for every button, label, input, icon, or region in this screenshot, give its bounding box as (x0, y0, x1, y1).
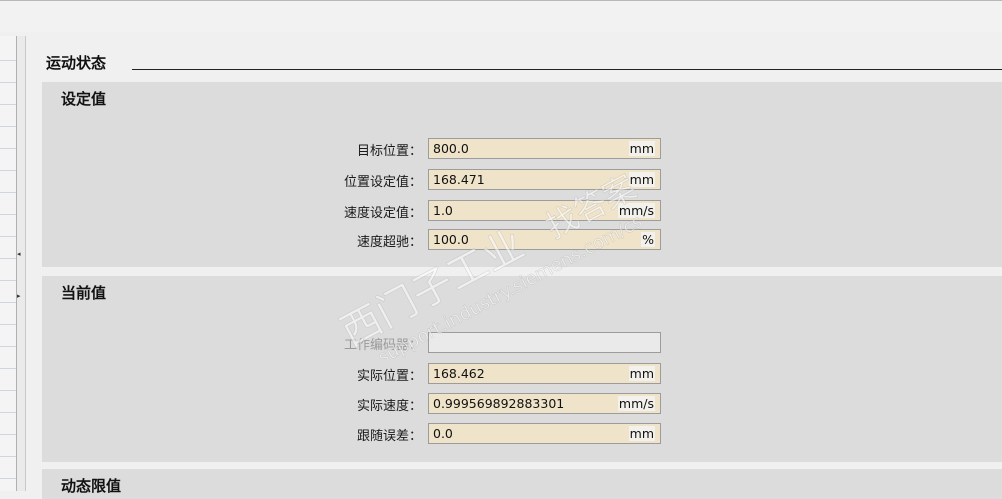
actual-velocity-label: 实际速度： (356, 399, 422, 414)
divider (0, 302, 16, 303)
actual-velocity-value: 0.999569892883301 (433, 396, 565, 411)
target-position-row: 目标位置： 800.0 mm (42, 138, 1002, 159)
divider (0, 280, 16, 281)
divider (0, 346, 16, 347)
position-setpoint-row: 位置设定值： 168.471 mm (42, 169, 1002, 190)
working-encoder-field (428, 332, 661, 353)
following-error-label: 跟随误差： (356, 429, 422, 444)
following-error-value: 0.0 (433, 426, 453, 441)
actual-position-field[interactable]: 168.462 mm (428, 363, 661, 384)
setpoints-group: 设定值 目标位置： 800.0 mm 位置设定值： 168.471 mm 速度设… (42, 82, 1002, 267)
collapse-left-arrow-icon[interactable]: ◂ (17, 250, 21, 258)
actual-values-group: 当前值 工作编码器： 实际位置： 168.462 mm 实际速度： 0.9995… (42, 276, 1002, 462)
velocity-setpoint-value: 1.0 (433, 203, 453, 218)
position-setpoint-value: 168.471 (433, 172, 485, 187)
left-navigation-panel (0, 36, 16, 491)
following-error-field[interactable]: 0.0 mm (428, 423, 661, 444)
top-toolbar-strip (0, 0, 1002, 32)
following-error-row: 跟随误差： 0.0 mm (42, 423, 1002, 444)
motion-status-view: 运动状态 设定值 目标位置： 800.0 mm 位置设定值： 168.471 m… (27, 36, 1002, 499)
actual-velocity-row: 实际速度： 0.999569892883301 mm/s (42, 393, 1002, 414)
position-setpoint-label: 位置设定值： (343, 175, 422, 190)
expand-right-arrow-icon[interactable]: ▸ (17, 292, 21, 300)
divider (0, 126, 16, 127)
velocity-override-unit: % (641, 232, 655, 247)
target-position-unit: mm (628, 141, 655, 156)
actual-velocity-unit: mm/s (617, 396, 655, 411)
working-encoder-label: 工作编码器： (343, 338, 422, 353)
velocity-override-label: 速度超驰： (356, 235, 422, 250)
actual-position-unit: mm (628, 366, 655, 381)
divider (0, 324, 16, 325)
dynamic-limits-group: 动态限值 (42, 469, 1002, 499)
divider (0, 258, 16, 259)
divider (0, 456, 16, 457)
setpoints-title: 设定值 (61, 90, 107, 108)
divider (0, 412, 16, 413)
velocity-setpoint-row: 速度设定值： 1.0 mm/s (42, 200, 1002, 221)
velocity-setpoint-field[interactable]: 1.0 mm/s (428, 200, 661, 221)
velocity-override-row: 速度超驰： 100.0 % (42, 229, 1002, 250)
divider (0, 478, 16, 479)
divider (0, 148, 16, 149)
divider (0, 170, 16, 171)
panel-splitter[interactable] (16, 36, 26, 491)
working-encoder-row: 工作编码器： (42, 332, 1002, 353)
section-title: 运动状态 (46, 54, 107, 72)
actual-position-value: 168.462 (433, 366, 485, 381)
velocity-override-value: 100.0 (433, 232, 469, 247)
position-setpoint-field[interactable]: 168.471 mm (428, 169, 661, 190)
divider (0, 390, 16, 391)
dynamic-limits-title: 动态限值 (61, 477, 122, 495)
divider (0, 192, 16, 193)
divider (0, 434, 16, 435)
actual-velocity-field[interactable]: 0.999569892883301 mm/s (428, 393, 661, 414)
velocity-setpoint-unit: mm/s (617, 203, 655, 218)
actual-position-row: 实际位置： 168.462 mm (42, 363, 1002, 384)
target-position-field[interactable]: 800.0 mm (428, 138, 661, 159)
following-error-unit: mm (628, 426, 655, 441)
divider (0, 104, 16, 105)
divider (0, 214, 16, 215)
position-setpoint-unit: mm (628, 172, 655, 187)
divider (0, 60, 16, 61)
target-position-label: 目标位置： (356, 144, 422, 159)
velocity-setpoint-label: 速度设定值： (343, 206, 422, 221)
actual-position-label: 实际位置： (356, 369, 422, 384)
divider (0, 368, 16, 369)
section-divider (132, 69, 1002, 70)
actual-values-title: 当前值 (61, 284, 107, 302)
target-position-value: 800.0 (433, 141, 469, 156)
divider (0, 82, 16, 83)
velocity-override-field[interactable]: 100.0 % (428, 229, 661, 250)
divider (0, 236, 16, 237)
